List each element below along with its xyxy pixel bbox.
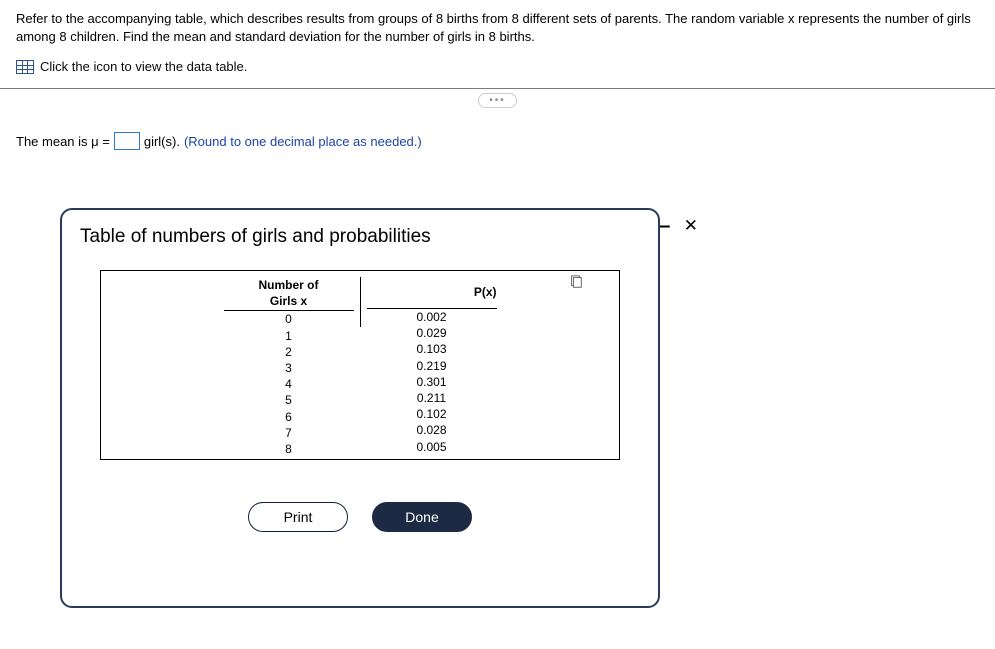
mean-suffix: girl(s). xyxy=(144,134,180,149)
table-cell: 0.028 xyxy=(367,422,497,438)
table-cell: 0.102 xyxy=(367,406,497,422)
answer-row: The mean is μ = girl(s). (Round to one d… xyxy=(0,112,995,160)
table-cell: 0.029 xyxy=(367,325,497,341)
table-cell: 0.005 xyxy=(367,439,497,455)
done-button[interactable]: Done xyxy=(372,502,472,532)
table-icon xyxy=(16,60,34,74)
table-cell: 0 xyxy=(224,311,354,327)
col-x-head2: Girls x xyxy=(270,293,307,309)
table-cell: 8 xyxy=(224,441,354,457)
problem-text: Refer to the accompanying table, which d… xyxy=(16,10,979,45)
table-cell: 5 xyxy=(224,392,354,408)
table-cell: 1 xyxy=(224,328,354,344)
expand-pill[interactable]: ••• xyxy=(478,93,517,108)
table-cell: 0.002 xyxy=(367,309,497,325)
mean-prefix: The mean is μ = xyxy=(16,134,110,149)
close-icon[interactable]: ✕ xyxy=(684,216,698,236)
table-cell: 6 xyxy=(224,409,354,425)
view-data-table-link[interactable]: Click the icon to view the data table. xyxy=(16,59,979,74)
mean-input[interactable] xyxy=(114,132,140,150)
data-link-text: Click the icon to view the data table. xyxy=(40,59,247,74)
table-cell: 4 xyxy=(224,376,354,392)
col-x-head1: Number of xyxy=(259,277,319,293)
mean-hint: (Round to one decimal place as needed.) xyxy=(184,134,422,149)
table-cell: 0.301 xyxy=(367,374,497,390)
table-cell: 3 xyxy=(224,360,354,376)
data-table-dialog: Table of numbers of girls and probabilit… xyxy=(60,208,660,608)
col-divider xyxy=(360,277,361,327)
copy-icon[interactable] xyxy=(569,275,583,289)
table-cell: 0.211 xyxy=(367,390,497,406)
table-cell: 7 xyxy=(224,425,354,441)
print-button[interactable]: Print xyxy=(248,502,348,532)
col-px: P(x) 0.002 0.029 0.103 0.219 0.301 0.211… xyxy=(367,277,497,457)
table-cell: 2 xyxy=(224,344,354,360)
col-px-head: P(x) xyxy=(474,284,497,300)
table-cell: 0.103 xyxy=(367,341,497,357)
data-table: Number of Girls x 0 1 2 3 4 5 6 7 8 P xyxy=(100,270,620,460)
dialog-title: Table of numbers of girls and probabilit… xyxy=(80,226,640,248)
col-x: Number of Girls x 0 1 2 3 4 5 6 7 8 xyxy=(224,277,354,457)
table-cell: 0.219 xyxy=(367,358,497,374)
